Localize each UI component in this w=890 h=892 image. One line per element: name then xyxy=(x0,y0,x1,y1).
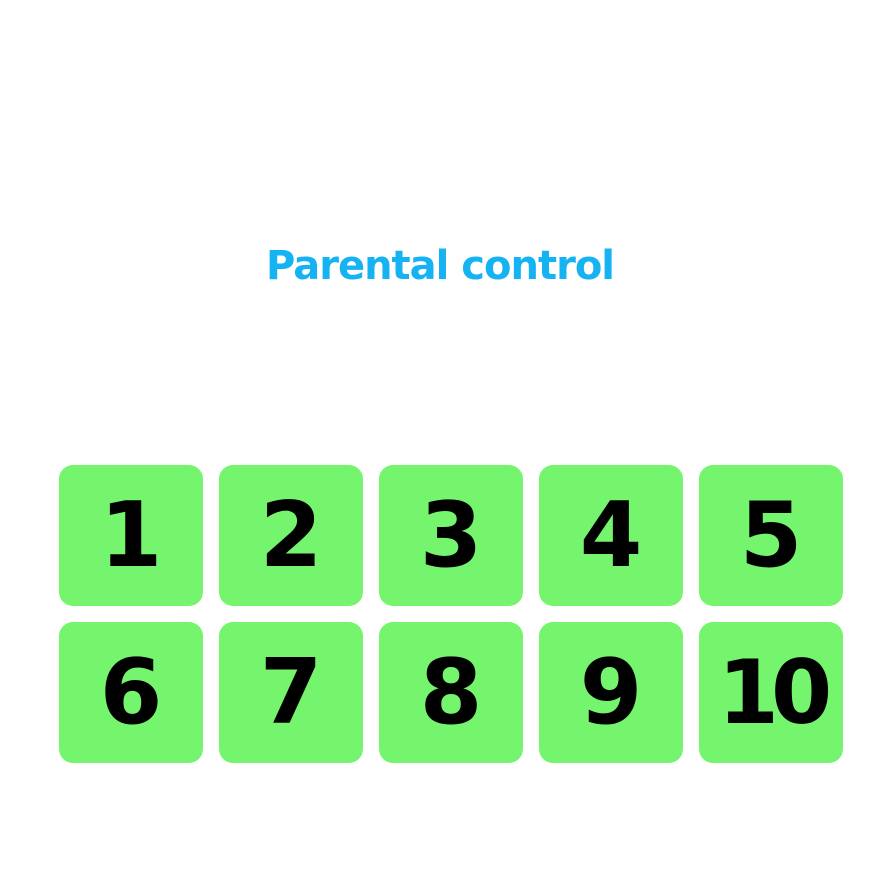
key-6[interactable]: 6 xyxy=(59,622,203,763)
key-4[interactable]: 4 xyxy=(539,465,683,606)
key-1[interactable]: 1 xyxy=(59,465,203,606)
page-title: Parental control xyxy=(265,243,615,289)
key-8[interactable]: 8 xyxy=(379,622,523,763)
key-7[interactable]: 7 xyxy=(219,622,363,763)
number-keypad: 1 2 3 4 5 6 7 8 9 10 xyxy=(59,465,843,763)
key-10[interactable]: 10 xyxy=(699,622,843,763)
key-3[interactable]: 3 xyxy=(379,465,523,606)
key-9[interactable]: 9 xyxy=(539,622,683,763)
key-2[interactable]: 2 xyxy=(219,465,363,606)
key-5[interactable]: 5 xyxy=(699,465,843,606)
